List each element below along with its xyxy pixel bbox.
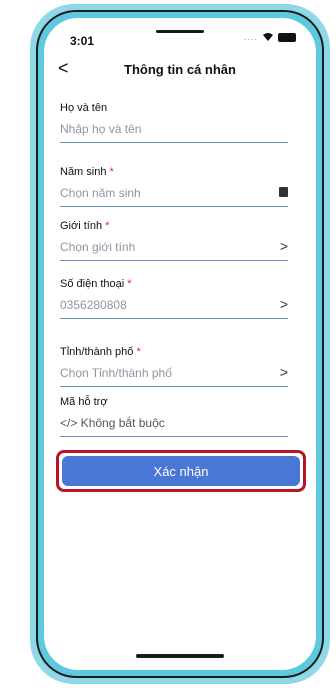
chevron-right-icon[interactable]: >: [280, 238, 288, 254]
top-nav: < Thông tin cá nhân: [44, 56, 316, 84]
full-name-input[interactable]: Nhập họ và tên: [60, 122, 141, 136]
birth-year-select[interactable]: Chọn năm sinh: [60, 186, 141, 200]
chevron-right-icon[interactable]: >: [280, 364, 288, 380]
field-underline: [60, 318, 288, 319]
gender-label: Giới tính *: [60, 220, 110, 232]
home-indicator: [136, 654, 224, 658]
notch: [108, 18, 252, 48]
wifi-icon: [263, 33, 273, 41]
gender-field[interactable]: Giới tính * Chọn giới tính >: [60, 220, 288, 261]
phone-input[interactable]: 0356280808: [60, 298, 127, 312]
city-field[interactable]: Tỉnh/thành phố * Chọn Tỉnh/thành phố >: [60, 346, 288, 387]
birth-year-label: Năm sinh *: [60, 166, 114, 178]
birth-year-field[interactable]: Năm sinh * Chọn năm sinh: [60, 166, 288, 207]
phone-screen: 3:01 .... < Thông tin cá nhân Họ và tên …: [44, 18, 316, 670]
support-code-field[interactable]: Mã hỗ trợ </> Không bắt buộc: [60, 396, 288, 437]
speaker-pill: [156, 30, 204, 33]
phone-field[interactable]: Số điện thoại * 0356280808 >: [60, 278, 288, 319]
support-code-input[interactable]: </> Không bắt buộc: [60, 416, 165, 430]
field-underline: [60, 436, 288, 437]
page-title: Thông tin cá nhân: [124, 62, 236, 77]
phone-label: Số điện thoại *: [60, 278, 132, 290]
status-time: 3:01: [70, 34, 95, 48]
signal-dots: ....: [243, 32, 258, 42]
full-name-field[interactable]: Họ và tên Nhập họ và tên: [60, 102, 288, 143]
support-code-label: Mã hỗ trợ: [60, 396, 108, 408]
full-name-label: Họ và tên: [60, 102, 108, 114]
gender-select[interactable]: Chọn giới tính: [60, 240, 135, 254]
battery-icon: [278, 32, 296, 42]
chevron-right-icon[interactable]: >: [280, 296, 288, 312]
city-label: Tỉnh/thành phố *: [60, 346, 141, 358]
field-underline: [60, 386, 288, 387]
field-underline: [60, 142, 288, 143]
city-select[interactable]: Chọn Tỉnh/thành phố: [60, 366, 172, 380]
calendar-icon[interactable]: [279, 187, 288, 197]
field-underline: [60, 206, 288, 207]
field-underline: [60, 260, 288, 261]
confirm-button[interactable]: Xác nhận: [62, 456, 300, 486]
status-icons: ....: [244, 32, 296, 42]
